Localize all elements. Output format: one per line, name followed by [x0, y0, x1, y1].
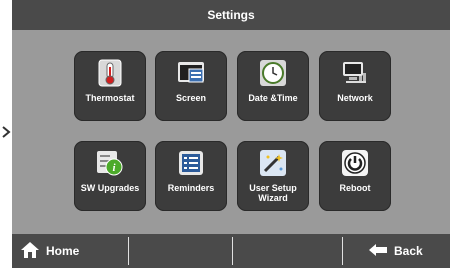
tile-label: Date &Time [248, 93, 298, 103]
page-title: Settings [207, 8, 255, 22]
date-time-button[interactable]: Date &Time [237, 51, 309, 121]
thermometer-icon [96, 59, 124, 87]
power-icon [341, 149, 369, 177]
screen-button[interactable]: Screen [155, 51, 227, 121]
home-button[interactable]: Home [20, 234, 79, 268]
tile-label: Network [337, 93, 373, 103]
clock-icon [259, 59, 287, 87]
settings-screen: Settings Thermostat Screen Date &Time Ne… [12, 0, 450, 268]
back-button[interactable]: Back [368, 234, 423, 268]
tile-label: Thermostat [85, 93, 135, 103]
thermostat-button[interactable]: Thermostat [74, 51, 146, 121]
title-bar: Settings [12, 0, 450, 30]
sw-upgrades-button[interactable]: i SW Upgrades [74, 141, 146, 211]
reminders-button[interactable]: Reminders [155, 141, 227, 211]
divider [128, 237, 129, 265]
side-arrow-icon [0, 122, 12, 142]
list-icon [177, 149, 205, 177]
back-arrow-icon [368, 243, 388, 260]
user-setup-wizard-button[interactable]: User Setup Wizard [237, 141, 309, 211]
tile-label: User Setup Wizard [249, 183, 297, 203]
tile-label: Screen [175, 93, 207, 103]
home-label: Home [46, 244, 80, 258]
divider [342, 237, 343, 265]
tile-label: SW Upgrades [80, 183, 140, 193]
screen-icon [177, 59, 205, 87]
network-button[interactable]: Network [319, 51, 391, 121]
divider [232, 237, 233, 265]
bottom-bar: Home Back [12, 234, 450, 268]
wizard-icon [259, 149, 287, 177]
tile-label: Reminders [167, 183, 215, 193]
home-icon [20, 241, 40, 262]
back-label: Back [394, 244, 423, 258]
network-icon [341, 59, 369, 87]
tile-label: Reboot [339, 183, 371, 193]
reboot-button[interactable]: Reboot [319, 141, 391, 211]
info-icon: i [96, 149, 124, 177]
